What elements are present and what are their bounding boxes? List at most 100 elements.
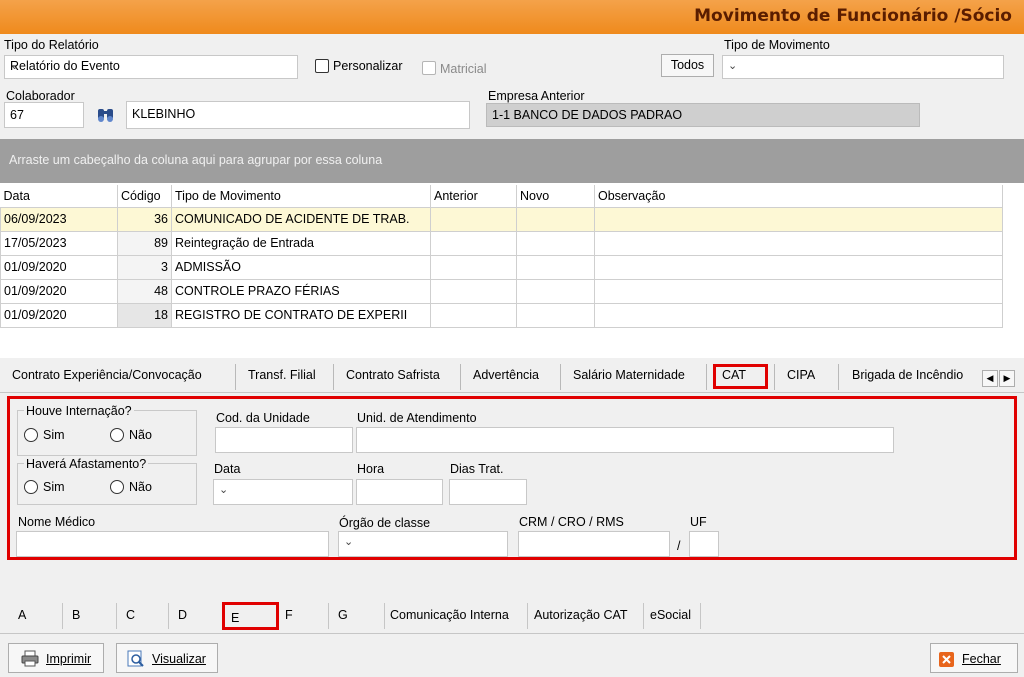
- tab-scroll-left-button[interactable]: ◀: [982, 370, 998, 387]
- collaborator-label: Colaborador: [6, 89, 75, 103]
- cell-type[interactable]: Reintegração de Entrada: [171, 230, 431, 256]
- cell-date[interactable]: 01/09/2020: [0, 302, 118, 328]
- cell-prev[interactable]: [430, 254, 517, 280]
- report-type-select[interactable]: Relatório do Evento ⌄: [4, 55, 298, 79]
- cell-code[interactable]: 18: [117, 302, 172, 328]
- data-date-picker[interactable]: ⌄: [213, 479, 353, 505]
- tab-autorizacao-cat[interactable]: Autorização CAT: [534, 608, 628, 622]
- col-data[interactable]: Data: [0, 185, 118, 207]
- cell-code[interactable]: 89: [117, 230, 172, 256]
- cell-new[interactable]: [516, 278, 595, 304]
- cell-new[interactable]: [516, 206, 595, 232]
- cell-code[interactable]: 36: [117, 206, 172, 232]
- cod-unidade-label: Cod. da Unidade: [216, 411, 310, 425]
- tab-b[interactable]: B: [72, 608, 80, 622]
- cell-prev[interactable]: [430, 230, 517, 256]
- cell-date[interactable]: 06/09/2023: [0, 206, 118, 232]
- table-header: Data Código Tipo de Movimento Anterior N…: [0, 185, 1003, 207]
- preview-button[interactable]: Visualizar: [116, 643, 218, 673]
- cod-unidade-input[interactable]: [215, 427, 353, 453]
- cell-obs[interactable]: [594, 230, 1003, 256]
- tab-d[interactable]: D: [178, 608, 187, 622]
- window-title: Movimento de Funcionário /Sócio: [694, 6, 1012, 26]
- table-row[interactable]: 01/09/2020 18 REGISTRO DE CONTRATO DE EX…: [0, 302, 1003, 328]
- tab-f[interactable]: F: [285, 608, 293, 622]
- tab-contrato-safrista[interactable]: Contrato Safrista: [346, 368, 440, 382]
- hora-label: Hora: [357, 462, 385, 476]
- todos-button[interactable]: Todos: [661, 54, 714, 77]
- col-novo[interactable]: Novo: [516, 185, 595, 207]
- cell-prev[interactable]: [430, 302, 517, 328]
- data-label: Data: [214, 462, 241, 476]
- unid-atendimento-input[interactable]: [356, 427, 894, 453]
- tab-divider: [560, 364, 561, 390]
- cell-prev[interactable]: [430, 278, 517, 304]
- table-row[interactable]: 06/09/2023 36 COMUNICADO DE ACIDENTE DE …: [0, 206, 1003, 232]
- uf-input[interactable]: [689, 531, 719, 557]
- tab-divider: [235, 364, 236, 390]
- tab-brigada-incendio[interactable]: Brigada de Incêndio: [852, 368, 963, 382]
- cell-obs[interactable]: [594, 206, 1003, 232]
- table-row[interactable]: 01/09/2020 3 ADMISSÃO: [0, 254, 1003, 280]
- cell-type[interactable]: CONTROLE PRAZO FÉRIAS: [171, 278, 431, 304]
- tab-g[interactable]: G: [338, 608, 348, 622]
- afastamento-nao-label: Não: [129, 480, 152, 494]
- internacao-sim-radio[interactable]: [24, 428, 38, 442]
- crm-label: CRM / CRO / RMS: [519, 515, 624, 529]
- tab-salario-maternidade[interactable]: Salário Maternidade: [573, 368, 685, 382]
- cell-date[interactable]: 01/09/2020: [0, 278, 118, 304]
- afastamento-sim-label: Sim: [43, 480, 65, 494]
- nome-medico-input[interactable]: [16, 531, 329, 557]
- matricial-checkbox[interactable]: [422, 61, 436, 75]
- tab-a[interactable]: A: [18, 608, 26, 622]
- tab-divider: [774, 364, 775, 390]
- tab-c[interactable]: C: [126, 608, 135, 622]
- cell-obs[interactable]: [594, 302, 1003, 328]
- tab-advertencia[interactable]: Advertência: [473, 368, 539, 382]
- tab-divider: [643, 603, 644, 629]
- cell-type[interactable]: COMUNICADO DE ACIDENTE DE TRAB.: [171, 206, 431, 232]
- cell-type[interactable]: ADMISSÃO: [171, 254, 431, 280]
- internacao-nao-radio[interactable]: [110, 428, 124, 442]
- print-button[interactable]: Imprimir: [8, 643, 104, 673]
- col-anterior[interactable]: Anterior: [430, 185, 517, 207]
- cell-type[interactable]: REGISTRO DE CONTRATO DE EXPERII: [171, 302, 431, 328]
- col-observacao[interactable]: Observação: [594, 185, 1003, 207]
- afastamento-sim-radio[interactable]: [24, 480, 38, 494]
- tab-contrato-experiencia[interactable]: Contrato Experiência/Convocação: [12, 368, 202, 382]
- movements-table[interactable]: Data Código Tipo de Movimento Anterior N…: [0, 185, 1003, 328]
- hora-input[interactable]: [356, 479, 443, 505]
- crm-input[interactable]: [518, 531, 670, 557]
- cell-date[interactable]: 17/05/2023: [0, 230, 118, 256]
- cell-obs[interactable]: [594, 278, 1003, 304]
- divider: [0, 633, 1024, 634]
- tab-transf-filial[interactable]: Transf. Filial: [248, 368, 316, 382]
- group-by-panel[interactable]: Arraste um cabeçalho da coluna aqui para…: [0, 139, 1024, 183]
- cell-new[interactable]: [516, 254, 595, 280]
- col-tipo[interactable]: Tipo de Movimento: [171, 185, 431, 207]
- collaborator-code-input[interactable]: 67: [4, 102, 84, 128]
- cell-obs[interactable]: [594, 254, 1003, 280]
- cell-code[interactable]: 48: [117, 278, 172, 304]
- tab-scroll-right-button[interactable]: ▶: [999, 370, 1015, 387]
- cell-date[interactable]: 01/09/2020: [0, 254, 118, 280]
- tab-cipa[interactable]: CIPA: [787, 368, 815, 382]
- col-codigo[interactable]: Código: [117, 185, 172, 207]
- cell-new[interactable]: [516, 302, 595, 328]
- orgao-classe-select[interactable]: ⌄: [338, 531, 508, 557]
- afastamento-nao-radio[interactable]: [110, 480, 124, 494]
- collaborator-name-input[interactable]: KLEBINHO: [126, 101, 470, 129]
- cell-code[interactable]: 3: [117, 254, 172, 280]
- tab-esocial[interactable]: eSocial: [650, 608, 691, 622]
- table-row[interactable]: 17/05/2023 89 Reintegração de Entrada: [0, 230, 1003, 256]
- table-row[interactable]: 01/09/2020 48 CONTROLE PRAZO FÉRIAS: [0, 278, 1003, 304]
- tab-comunicacao-interna[interactable]: Comunicação Interna: [390, 608, 509, 622]
- close-button[interactable]: Fechar: [930, 643, 1018, 673]
- dias-trat-input[interactable]: [449, 479, 527, 505]
- binoculars-icon[interactable]: [96, 107, 116, 123]
- cell-prev[interactable]: [430, 206, 517, 232]
- movement-type-select[interactable]: ⌄: [722, 55, 1004, 79]
- crm-uf-separator: /: [677, 539, 681, 553]
- personalizar-checkbox[interactable]: [315, 59, 329, 73]
- cell-new[interactable]: [516, 230, 595, 256]
